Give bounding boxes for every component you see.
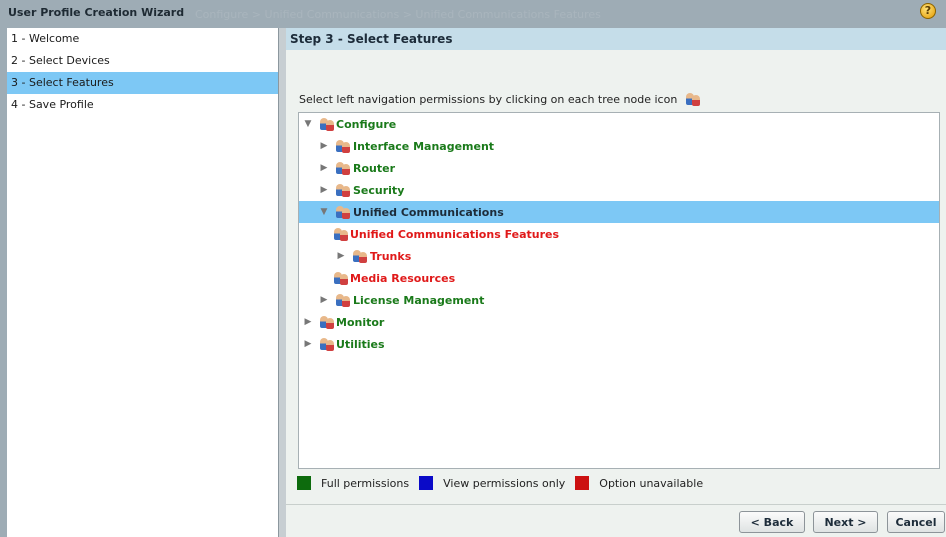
legend: Full permissions View permissions only O… (297, 476, 713, 490)
tree-node-label[interactable]: Utilities (336, 338, 385, 351)
tree-node[interactable]: ▶ Utilities (299, 333, 939, 355)
tree-node[interactable]: ▼ Unified Communications (299, 201, 939, 223)
permission-users-icon[interactable] (319, 337, 335, 351)
instruction: Select left navigation permissions by cl… (299, 89, 702, 106)
tree-node-label[interactable]: Router (353, 162, 395, 175)
collapse-arrow-icon[interactable]: ▼ (319, 207, 329, 217)
tree-node[interactable]: ▶ Router (299, 157, 939, 179)
step-save-profile[interactable]: 4 - Save Profile (7, 94, 278, 116)
wizard-title: User Profile Creation Wizard (8, 6, 185, 19)
tree-node[interactable]: Media Resources (299, 267, 939, 289)
wizard-steps: 1 - Welcome 2 - Select Devices 3 - Selec… (7, 28, 278, 537)
tree-node-label[interactable]: Trunks (370, 250, 411, 263)
legend-full: Full permissions (321, 476, 410, 490)
tree-node-label[interactable]: Unified Communications Features (350, 228, 559, 241)
expand-arrow-icon[interactable]: ▶ (319, 141, 329, 151)
next-button[interactable]: Next > (813, 511, 878, 533)
help-icon[interactable]: ? (920, 3, 936, 19)
background-breadcrumb: Configure > Unified Communications > Uni… (195, 8, 601, 21)
permission-users-icon[interactable] (319, 315, 335, 329)
expand-arrow-icon[interactable]: ▶ (336, 251, 346, 261)
permission-users-icon[interactable] (333, 271, 349, 285)
tree-node-label[interactable]: Security (353, 184, 404, 197)
permission-users-icon[interactable] (335, 205, 351, 219)
tree-node-label[interactable]: Unified Communications (353, 206, 504, 219)
permission-users-icon[interactable] (335, 183, 351, 197)
tree-node[interactable]: ▶ Trunks (299, 245, 939, 267)
permission-users-icon[interactable] (319, 117, 335, 131)
back-button[interactable]: < Back (739, 511, 805, 533)
title-bar: User Profile Creation Wizard Configure >… (0, 0, 946, 28)
legend-swatch-full (297, 476, 311, 490)
tree-node[interactable]: ▶ License Management (299, 289, 939, 311)
legend-unavailable: Option unavailable (599, 476, 704, 490)
instruction-text: Select left navigation permissions by cl… (299, 93, 678, 106)
divider (286, 504, 946, 505)
tree-node-label[interactable]: Media Resources (350, 272, 455, 285)
step-welcome[interactable]: 1 - Welcome (7, 28, 278, 50)
tree-node[interactable]: Unified Communications Features (299, 223, 939, 245)
expand-arrow-icon[interactable]: ▶ (319, 163, 329, 173)
tree-node[interactable]: ▶ Security (299, 179, 939, 201)
tree-node-label[interactable]: License Management (353, 294, 484, 307)
tree-node[interactable]: ▶ Interface Management (299, 135, 939, 157)
legend-swatch-unavailable (575, 476, 590, 490)
expand-arrow-icon[interactable]: ▶ (303, 317, 313, 327)
legend-swatch-view (419, 476, 434, 490)
step-title: Step 3 - Select Features (286, 28, 946, 50)
expand-arrow-icon[interactable]: ▶ (319, 185, 329, 195)
tree-node-label[interactable]: Configure (336, 118, 396, 131)
permission-users-icon[interactable] (335, 161, 351, 175)
splitter[interactable] (278, 28, 286, 537)
tree-node-label[interactable]: Interface Management (353, 140, 494, 153)
legend-view: View permissions only (443, 476, 566, 490)
step-select-features[interactable]: 3 - Select Features (7, 72, 278, 94)
main-panel: Step 3 - Select Features Select left nav… (286, 28, 946, 537)
permission-users-icon[interactable] (335, 139, 351, 153)
expand-arrow-icon[interactable]: ▶ (303, 339, 313, 349)
step-select-devices[interactable]: 2 - Select Devices (7, 50, 278, 72)
tree-node[interactable]: ▼ Configure (299, 113, 939, 135)
expand-arrow-icon[interactable]: ▶ (319, 295, 329, 305)
permission-users-icon[interactable] (333, 227, 349, 241)
permission-users-icon[interactable] (352, 249, 368, 263)
cancel-button[interactable]: Cancel (887, 511, 945, 533)
tree-node-label[interactable]: Monitor (336, 316, 384, 329)
tree-node[interactable]: ▶ Monitor (299, 311, 939, 333)
feature-tree: ▼ Configure ▶ Interface Management ▶ Router ▶ S… (298, 112, 940, 469)
users-icon (685, 92, 701, 106)
collapse-arrow-icon[interactable]: ▼ (303, 119, 313, 129)
permission-users-icon[interactable] (335, 293, 351, 307)
